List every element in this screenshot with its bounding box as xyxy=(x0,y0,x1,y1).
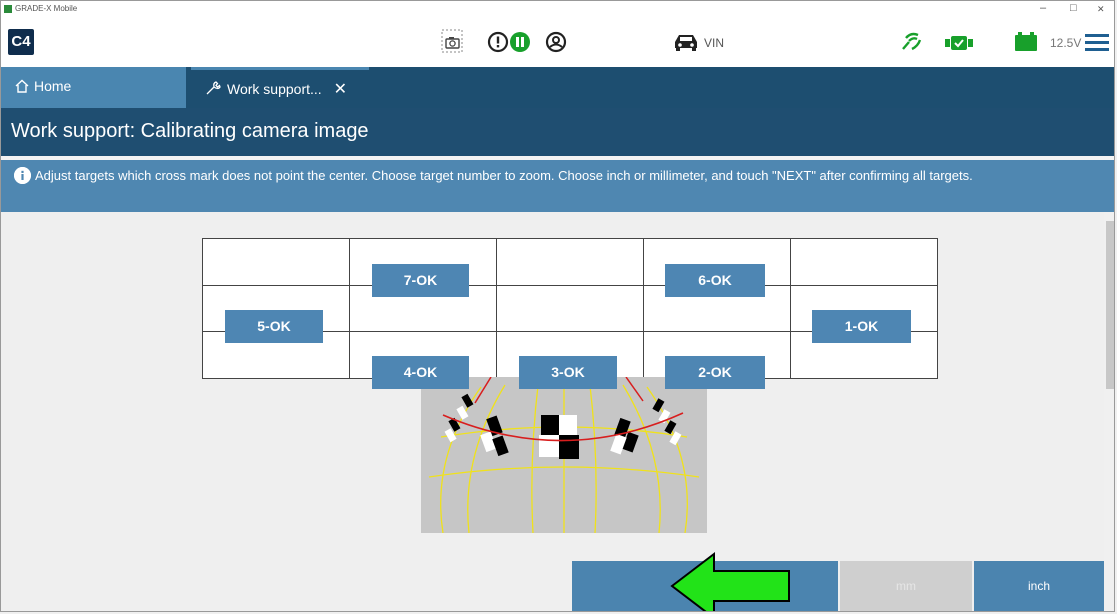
page-header: Work support: Calibrating camera image xyxy=(1,108,1114,156)
toolbar: C4 VIN 12.5V xyxy=(1,19,1114,67)
tab-close-icon[interactable]: ✕ xyxy=(334,81,347,98)
target-1-button[interactable]: 1-OK xyxy=(812,310,911,343)
tab-home-label: Home xyxy=(34,78,72,94)
target-6-button[interactable]: 6-OK xyxy=(665,264,765,297)
car-icon[interactable] xyxy=(672,33,700,56)
camera-image xyxy=(421,377,707,533)
battery-icon[interactable] xyxy=(1014,32,1038,57)
window-titlebar: GRADE-X Mobile – □ ✕ xyxy=(1,1,1114,19)
info-text: Adjust targets which cross mark does not… xyxy=(35,168,973,183)
target-4-button[interactable]: 4-OK xyxy=(372,356,469,389)
page-title: Work support: Calibrating camera image xyxy=(11,120,369,142)
alert-icon[interactable] xyxy=(487,31,509,58)
target-5-button[interactable]: 5-OK xyxy=(225,310,323,343)
screenshot-icon[interactable] xyxy=(441,29,463,58)
calibration-area: 7-OK 6-OK 5-OK 1-OK 4-OK 3-OK 2-OK Next … xyxy=(1,212,1114,611)
vin-label[interactable]: VIN xyxy=(704,36,724,50)
tab-bar: Home Work support... ✕ xyxy=(1,67,1114,108)
wrench-icon xyxy=(205,72,221,110)
green-arrow-icon xyxy=(670,551,792,611)
target-3-button[interactable]: 3-OK xyxy=(519,356,617,389)
app-icon xyxy=(4,5,12,13)
wireless-icon[interactable] xyxy=(899,29,923,58)
window-close-button[interactable]: ✕ xyxy=(1097,4,1105,15)
pause-icon[interactable] xyxy=(509,31,531,58)
target-2-button[interactable]: 2-OK xyxy=(665,356,765,389)
tab-work-support[interactable]: Work support... ✕ xyxy=(191,67,369,108)
c4-logo[interactable]: C4 xyxy=(8,29,34,55)
target-7-button[interactable]: 7-OK xyxy=(372,264,469,297)
menu-icon[interactable] xyxy=(1085,33,1109,56)
mm-button[interactable]: mm xyxy=(840,561,972,611)
minimize-button[interactable]: – xyxy=(1040,2,1046,14)
inch-button[interactable]: inch xyxy=(974,561,1104,611)
info-banner: Adjust targets which cross mark does not… xyxy=(1,160,1114,212)
battery-voltage: 12.5V xyxy=(1050,36,1082,50)
home-icon xyxy=(15,69,29,107)
app-window: GRADE-X Mobile – □ ✕ C4 VIN 12.5V Home W… xyxy=(0,0,1115,612)
user-icon[interactable] xyxy=(545,31,567,58)
battery-connector-icon[interactable] xyxy=(945,35,973,56)
app-title: GRADE-X Mobile xyxy=(15,4,78,13)
maximize-button[interactable]: □ xyxy=(1070,2,1077,14)
tab-work-support-label: Work support... xyxy=(227,81,322,97)
scrollbar-thumb[interactable] xyxy=(1106,221,1114,389)
tab-home[interactable]: Home xyxy=(1,67,186,108)
